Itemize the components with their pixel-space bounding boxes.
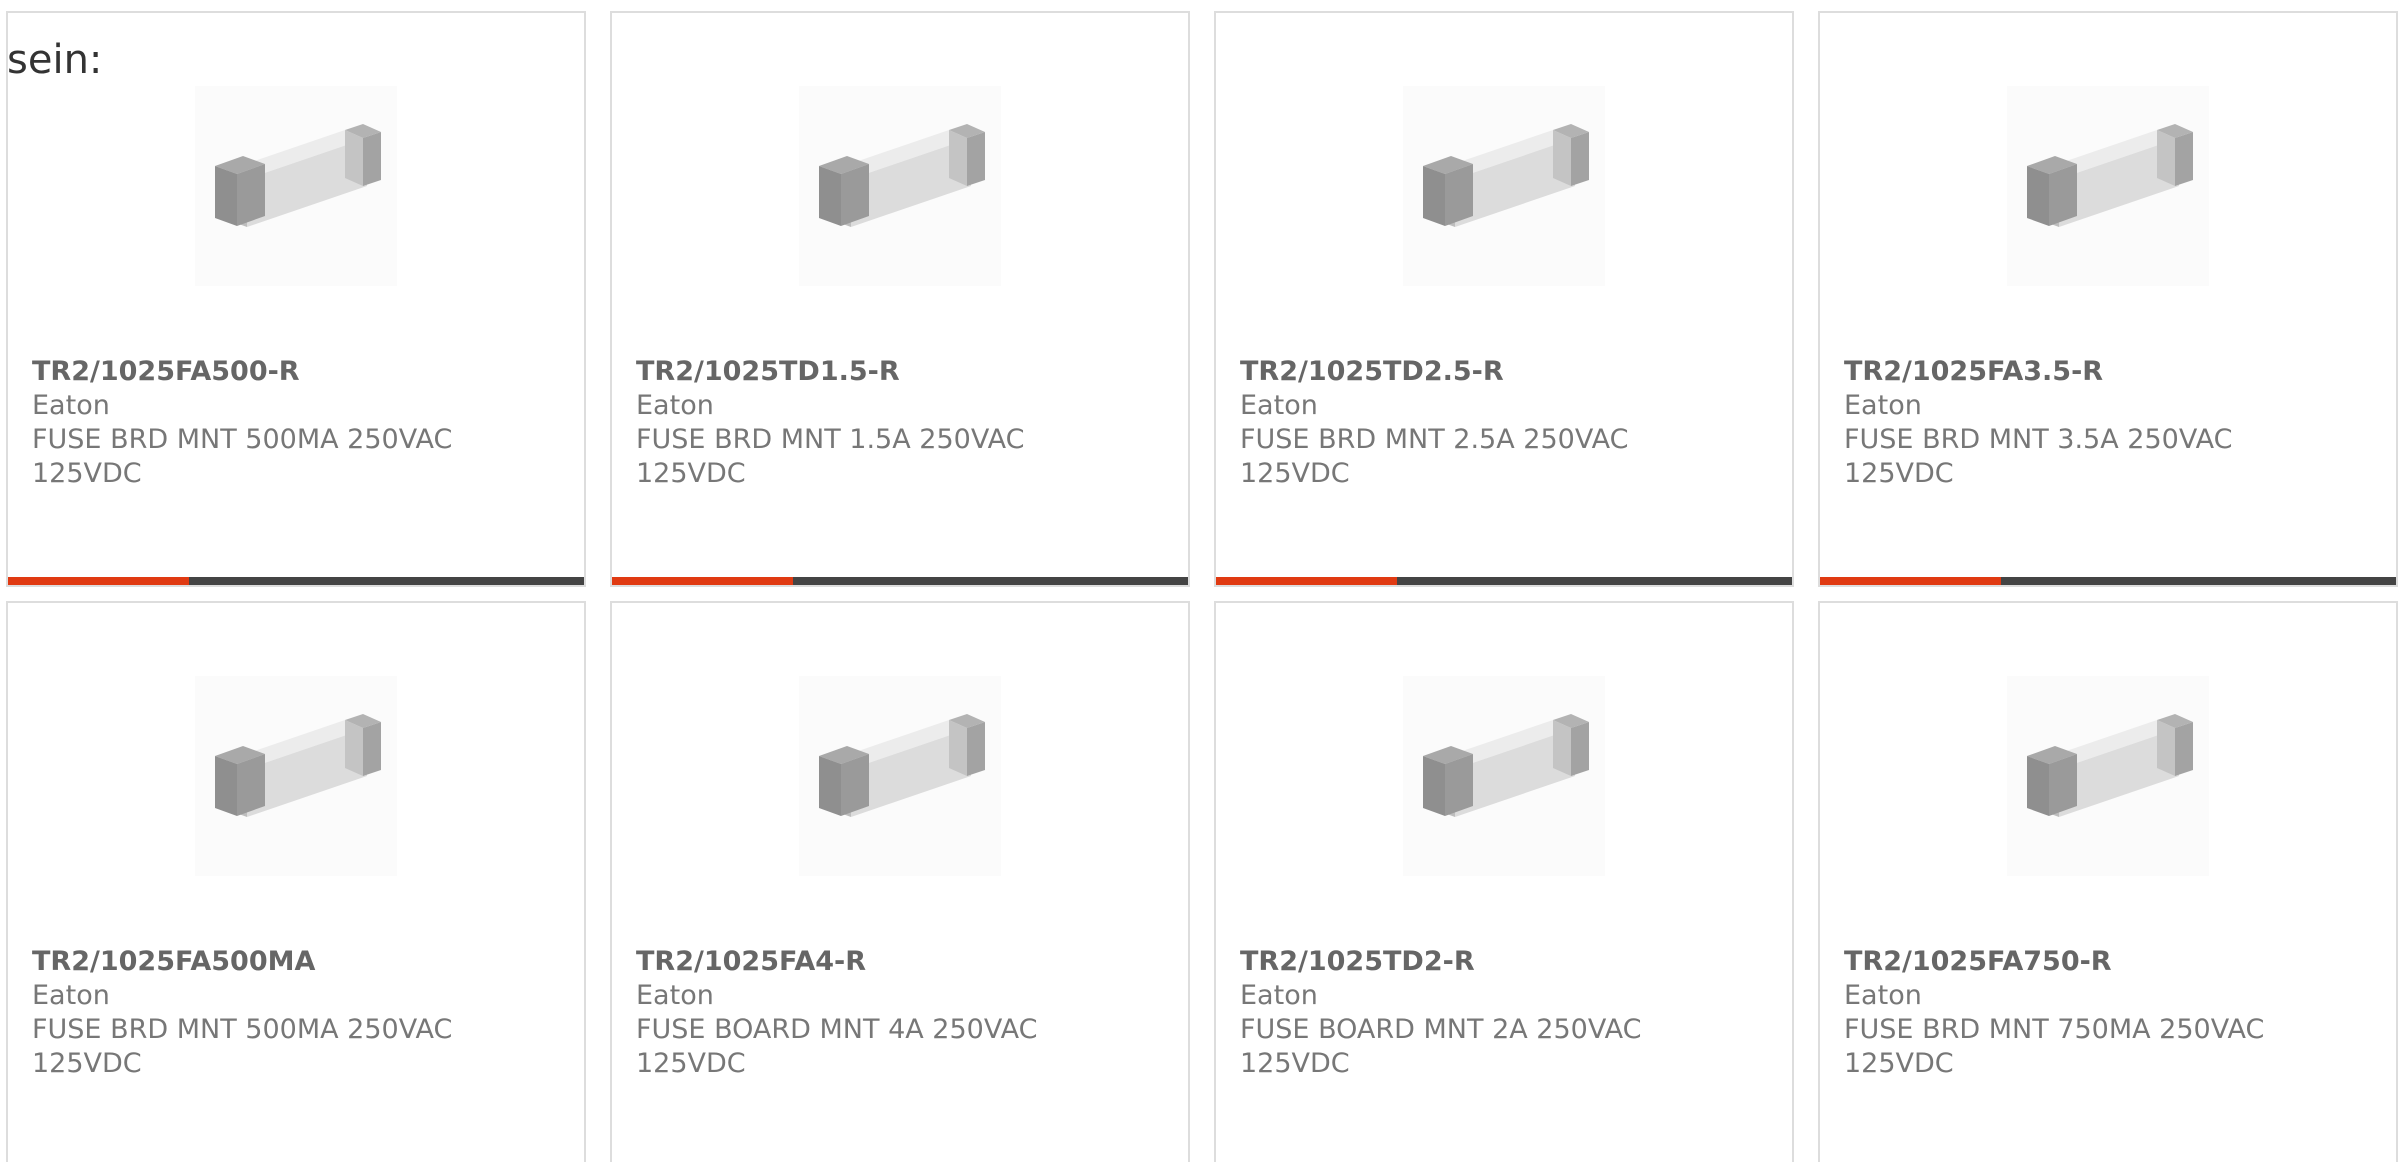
- fuse-image[interactable]: [1403, 86, 1605, 286]
- fuse-image[interactable]: [195, 86, 397, 286]
- product-card[interactable]: TR2/1025TD2.5-R Eaton FUSE BRD MNT 2.5A 25…: [1214, 11, 1794, 587]
- product-info: TR2/1025FA750-R Eaton FUSE BRD MNT 750MA 2…: [1844, 945, 2372, 1081]
- product-part-number[interactable]: TR2/1025FA750-R: [1844, 945, 2372, 979]
- card-progress-bar-accent: [1820, 577, 2002, 585]
- product-info: TR2/1025TD1.5-R Eaton FUSE BRD MNT 1.5A 25…: [636, 355, 1164, 491]
- card-progress-bar-accent: [612, 577, 794, 585]
- card-progress-bar: [1820, 577, 2396, 585]
- fuse-image[interactable]: [195, 676, 397, 876]
- product-part-number[interactable]: TR2/1025FA3.5-R: [1844, 355, 2372, 389]
- product-info: TR2/1025FA3.5-R Eaton FUSE BRD MNT 3.5A 25…: [1844, 355, 2372, 491]
- product-description-line2: 125VDC: [1844, 458, 1954, 489]
- card-progress-bar: [8, 577, 584, 585]
- product-manufacturer: Eaton: [1240, 390, 1318, 421]
- product-description: FUSE BRD MNT 1.5A 250VAC: [636, 424, 1025, 455]
- product-description: FUSE BRD MNT 500MA 250VAC: [32, 1014, 453, 1045]
- fuse-image[interactable]: [1403, 676, 1605, 876]
- product-grid: TR2/1025FA500-R Eaton FUSE BRD MNT 500MA 2…: [6, 11, 2398, 1162]
- product-manufacturer: Eaton: [1844, 980, 1922, 1011]
- product-manufacturer: Eaton: [1240, 980, 1318, 1011]
- card-progress-bar: [612, 577, 1188, 585]
- product-part-number[interactable]: TR2/1025TD1.5-R: [636, 355, 1164, 389]
- intro-text: sein:: [7, 37, 103, 83]
- product-card[interactable]: TR2/1025FA750-R Eaton FUSE BRD MNT 750MA 2…: [1818, 601, 2398, 1162]
- product-info: TR2/1025TD2-R Eaton FUSE BOARD MNT 2A 250V…: [1240, 945, 1768, 1081]
- product-description: FUSE BOARD MNT 2A 250VAC: [1240, 1014, 1642, 1045]
- product-description: FUSE BOARD MNT 4A 250VAC: [636, 1014, 1038, 1045]
- product-info: TR2/1025TD2.5-R Eaton FUSE BRD MNT 2.5A 25…: [1240, 355, 1768, 491]
- product-part-number[interactable]: TR2/1025TD2-R: [1240, 945, 1768, 979]
- fuse-image[interactable]: [799, 86, 1001, 286]
- product-description-line2: 125VDC: [1844, 1048, 1954, 1079]
- product-card[interactable]: TR2/1025FA4-R Eaton FUSE BOARD MNT 4A 250V…: [610, 601, 1190, 1162]
- product-manufacturer: Eaton: [636, 980, 714, 1011]
- product-card[interactable]: TR2/1025FA3.5-R Eaton FUSE BRD MNT 3.5A 25…: [1818, 11, 2398, 587]
- product-info: TR2/1025FA4-R Eaton FUSE BOARD MNT 4A 250V…: [636, 945, 1164, 1081]
- product-manufacturer: Eaton: [636, 390, 714, 421]
- card-progress-bar: [1216, 577, 1792, 585]
- fuse-image[interactable]: [2007, 676, 2209, 876]
- product-part-number[interactable]: TR2/1025FA500MA: [32, 945, 560, 979]
- product-info: TR2/1025FA500MA Eaton FUSE BRD MNT 500MA 2…: [32, 945, 560, 1081]
- product-description-line2: 125VDC: [32, 458, 142, 489]
- fuse-image[interactable]: [799, 676, 1001, 876]
- page: sein: TR2/1025FA500-R Eaton FUSE BRD MNT 5…: [0, 0, 2400, 1162]
- product-manufacturer: Eaton: [32, 980, 110, 1011]
- product-manufacturer: Eaton: [32, 390, 110, 421]
- product-card[interactable]: TR2/1025FA500MA Eaton FUSE BRD MNT 500MA 2…: [6, 601, 586, 1162]
- product-manufacturer: Eaton: [1844, 390, 1922, 421]
- product-part-number[interactable]: TR2/1025TD2.5-R: [1240, 355, 1768, 389]
- product-description-line2: 125VDC: [1240, 1048, 1350, 1079]
- product-description: FUSE BRD MNT 3.5A 250VAC: [1844, 424, 2233, 455]
- fuse-image[interactable]: [2007, 86, 2209, 286]
- product-description-line2: 125VDC: [32, 1048, 142, 1079]
- product-part-number[interactable]: TR2/1025FA500-R: [32, 355, 560, 389]
- card-progress-bar-accent: [8, 577, 190, 585]
- product-description: FUSE BRD MNT 750MA 250VAC: [1844, 1014, 2265, 1045]
- product-description-line2: 125VDC: [636, 1048, 746, 1079]
- product-info: TR2/1025FA500-R Eaton FUSE BRD MNT 500MA 2…: [32, 355, 560, 491]
- product-description: FUSE BRD MNT 500MA 250VAC: [32, 424, 453, 455]
- product-description-line2: 125VDC: [636, 458, 746, 489]
- product-description: FUSE BRD MNT 2.5A 250VAC: [1240, 424, 1629, 455]
- card-progress-bar-accent: [1216, 577, 1398, 585]
- product-card[interactable]: TR2/1025TD2-R Eaton FUSE BOARD MNT 2A 250V…: [1214, 601, 1794, 1162]
- product-part-number[interactable]: TR2/1025FA4-R: [636, 945, 1164, 979]
- product-card[interactable]: TR2/1025TD1.5-R Eaton FUSE BRD MNT 1.5A 25…: [610, 11, 1190, 587]
- product-card[interactable]: TR2/1025FA500-R Eaton FUSE BRD MNT 500MA 2…: [6, 11, 586, 587]
- product-description-line2: 125VDC: [1240, 458, 1350, 489]
